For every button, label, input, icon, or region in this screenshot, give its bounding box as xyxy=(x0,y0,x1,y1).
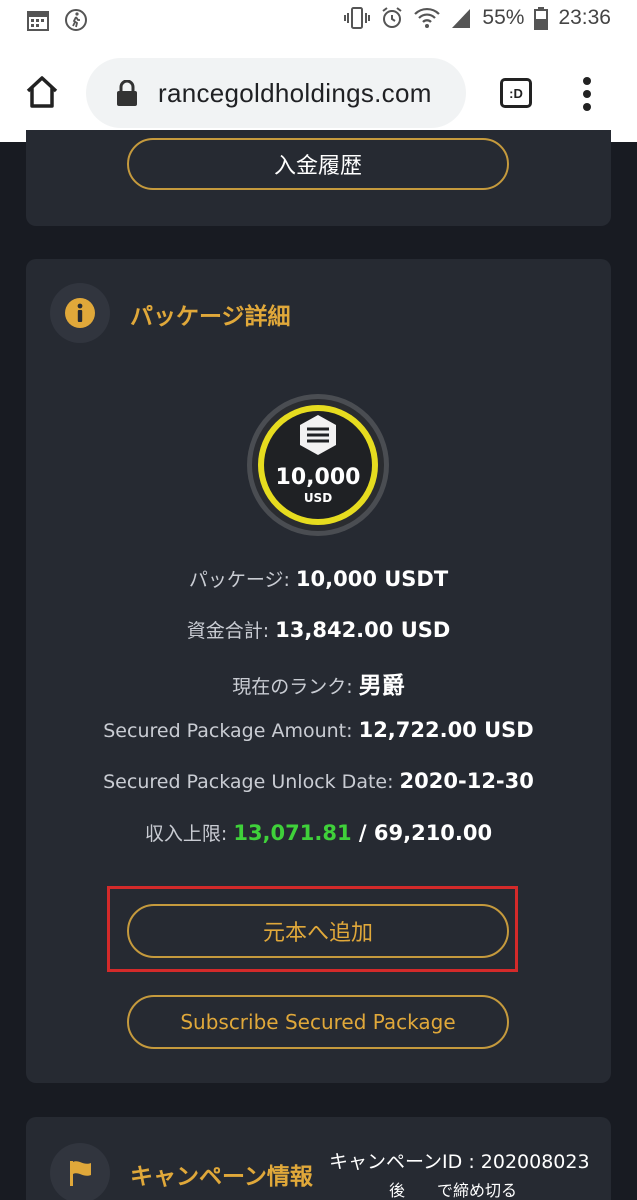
deposit-card: 入金履歴 xyxy=(26,130,611,226)
subscribe-secured-package-button[interactable]: Subscribe Secured Package xyxy=(127,995,509,1049)
vibrate-icon xyxy=(344,7,371,29)
package-value: 10,000 USDT xyxy=(295,567,449,591)
coin-unit: USD xyxy=(304,491,332,505)
highlight-annotation xyxy=(107,886,518,972)
secured-amount-label: Secured Package Amount: xyxy=(103,720,359,742)
calendar-icon xyxy=(27,11,49,31)
package-coin-badge: 10,000 USD xyxy=(247,394,389,536)
wifi-icon xyxy=(414,7,441,28)
package-label: パッケージ: xyxy=(188,569,296,591)
flag-icon-badge xyxy=(50,1143,110,1200)
current-rank-row: 現在のランク: 男爵 xyxy=(26,666,611,700)
clock-time: 23:36 xyxy=(558,6,611,29)
battery-icon xyxy=(534,7,549,30)
url-text: rancegoldholdings.com xyxy=(158,78,432,108)
more-vert-icon[interactable] xyxy=(582,76,592,112)
browser-toolbar: rancegoldholdings.com :D xyxy=(0,44,637,142)
battery-percent: 55% xyxy=(482,6,525,29)
unlock-date-value: 2020-12-30 xyxy=(399,769,534,793)
current-rank-label: 現在のランク: xyxy=(232,676,359,698)
package-row: パッケージ: 10,000 USDT xyxy=(26,565,611,592)
alarm-icon xyxy=(382,7,403,28)
unlock-date-label: Secured Package Unlock Date: xyxy=(103,771,400,793)
secured-amount-row: Secured Package Amount: 12,722.00 USD xyxy=(26,718,611,742)
tab-switcher-label: :D xyxy=(509,85,523,101)
campaign-id: キャンペーンID : 202008023 xyxy=(329,1151,590,1173)
income-max-value: 69,210.00 xyxy=(373,821,493,845)
total-funds-row: 資金合計: 13,842.00 USD xyxy=(26,616,611,643)
url-bar[interactable]: rancegoldholdings.com xyxy=(86,58,466,128)
campaign-card: キャンペーン情報 キャンペーンID : 202008023 後 で締め切る xyxy=(26,1117,611,1200)
signal-icon xyxy=(452,9,471,28)
campaign-title: キャンペーン情報 xyxy=(130,1164,313,1190)
income-current-value: 13,071.81 xyxy=(233,821,352,845)
coin-amount: 10,000 xyxy=(276,465,361,490)
income-limit-row: 収入上限: 13,071.81 / 69,210.00 xyxy=(26,819,611,846)
info-icon xyxy=(65,298,95,328)
tab-switcher-button[interactable]: :D xyxy=(500,78,532,108)
status-bar: 55% 23:36 xyxy=(0,0,637,44)
lock-icon xyxy=(117,80,137,106)
current-rank-value: 男爵 xyxy=(358,673,405,699)
secured-amount-value: 12,722.00 USD xyxy=(358,718,534,742)
unlock-date-row: Secured Package Unlock Date: 2020-12-30 xyxy=(26,769,611,793)
info-icon-badge xyxy=(50,283,110,343)
package-details-title: パッケージ詳細 xyxy=(130,304,291,330)
flag-icon xyxy=(70,1161,91,1186)
income-separator: / xyxy=(351,821,374,845)
home-icon[interactable] xyxy=(24,74,60,110)
campaign-deadline: 後 で締め切る xyxy=(389,1181,518,1200)
income-limit-label: 収入上限: xyxy=(144,823,234,845)
total-funds-value: 13,842.00 USD xyxy=(275,618,451,642)
total-funds-label: 資金合計: xyxy=(186,620,276,642)
walking-icon xyxy=(65,9,87,31)
deposit-history-button[interactable]: 入金履歴 xyxy=(127,138,509,190)
